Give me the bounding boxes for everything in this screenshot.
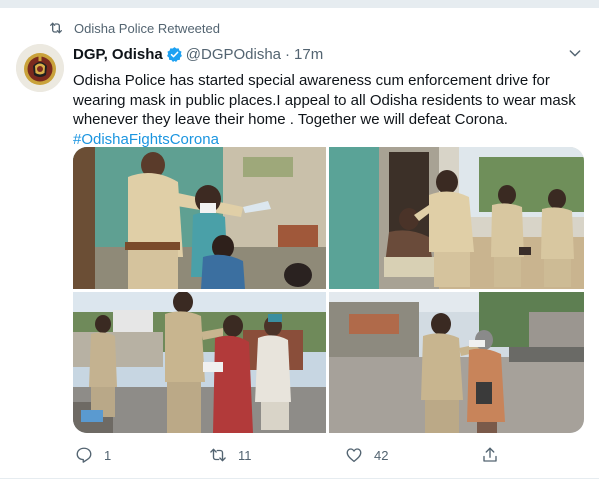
tweet-timestamp[interactable]: 17m (294, 46, 323, 63)
tweet-text-line: Odisha Police has started special awaren… (73, 72, 550, 89)
heart-icon (345, 446, 363, 464)
tweet-actions: 1 11 42 (73, 445, 503, 465)
media-grid (73, 147, 584, 433)
share-button[interactable] (481, 445, 499, 465)
tweet-text: Odisha Police has started special awaren… (73, 71, 583, 149)
verified-badge-icon (166, 46, 183, 63)
retweet-button[interactable]: 11 (209, 445, 252, 465)
timeline-divider (0, 0, 599, 8)
retweet-icon (48, 20, 64, 36)
user-handle[interactable]: @DGPOdisha (186, 46, 281, 63)
tweet-menu-button[interactable] (566, 46, 584, 64)
tweet-header: DGP, Odisha @DGPOdisha · 17m (73, 44, 323, 64)
tweet-text-line: whenever they leave their home . Togethe… (73, 111, 508, 128)
display-name[interactable]: DGP, Odisha (73, 46, 163, 63)
tweet-text-line: wearing mask in public places.I appeal t… (73, 91, 576, 109)
share-icon (481, 446, 499, 464)
tweet-card[interactable]: Odisha Police Retweeted DGP, Odisha @DGP… (0, 8, 599, 479)
photo-officer-masking-boy[interactable] (73, 147, 326, 289)
avatar[interactable] (16, 44, 64, 92)
photo-officer-masking-elderly-man[interactable] (329, 147, 584, 289)
chevron-down-icon (567, 45, 583, 66)
reply-icon (75, 446, 93, 464)
reply-button[interactable]: 1 (75, 445, 111, 465)
photo-officer-masking-woman[interactable] (329, 292, 584, 433)
photo-officers-with-villagers[interactable] (73, 292, 326, 433)
like-count: 42 (374, 447, 389, 463)
like-button[interactable]: 42 (345, 445, 388, 465)
retweeted-by-label: Odisha Police Retweeted (74, 20, 220, 36)
retweet-icon (209, 446, 227, 464)
reply-count: 1 (104, 447, 112, 463)
header-separator: · (285, 45, 291, 63)
retweeted-by-row[interactable]: Odisha Police Retweeted (48, 20, 220, 36)
retweet-count: 11 (238, 447, 252, 463)
